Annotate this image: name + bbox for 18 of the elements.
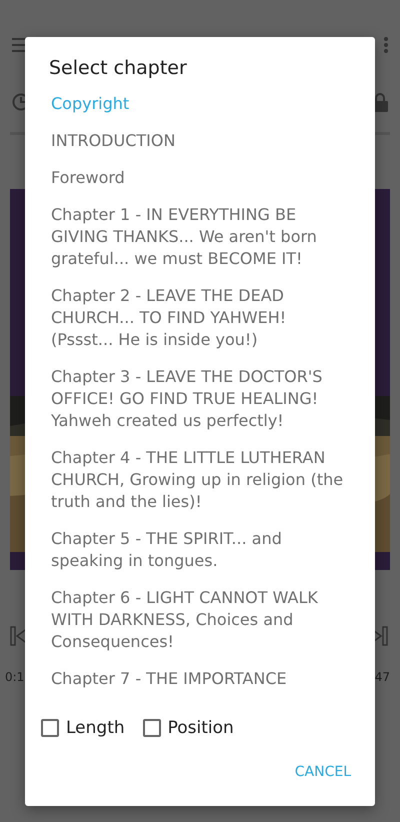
dialog-title: Select chapter: [48, 56, 188, 81]
checkbox-label: Position: [168, 718, 234, 738]
chapter-item[interactable]: INTRODUCTION: [51, 130, 349, 152]
checkbox[interactable]: [41, 719, 59, 737]
remaining-time: 47: [374, 670, 390, 684]
chapter-item[interactable]: Foreword: [51, 167, 349, 189]
cancel-button[interactable]: CANCEL: [290, 760, 355, 784]
chapter-item[interactable]: Chapter 5 - THE SPIRIT... and speaking in tongues.: [51, 528, 349, 572]
chapter-item[interactable]: Chapter 3 - LEAVE THE DOCTOR'S OFFICE! GO FIND TRUE HEALING! Yahweh created us perfectly!: [51, 366, 349, 432]
chapter-item[interactable]: Chapter 2 - LEAVE THE DEAD CHURCH... TO FIND YAHWEH! (Pssst... He is inside you!): [51, 285, 349, 351]
chapter-item[interactable]: Chapter 6 - LIGHT CANNOT WALK WITH DARKNESS, Choices and Consequences!: [51, 587, 349, 653]
checkbox-label: Length: [66, 718, 125, 738]
chapter-item[interactable]: Chapter 7 - THE IMPORTANCE: [51, 668, 349, 690]
checkbox[interactable]: [142, 719, 161, 737]
chapter-item[interactable]: Chapter 1 - IN EVERYTHING BE GIVING THANKS... We aren't born grateful... we must BECOME IT!: [51, 204, 349, 270]
chapter-item[interactable]: Copyright: [51, 93, 349, 115]
elapsed-time: 0:1: [5, 670, 24, 684]
chapter-item[interactable]: Chapter 4 - THE LITTLE LUTHERAN CHURCH, Growing up in religion (the truth and the lies)!: [51, 447, 349, 513]
